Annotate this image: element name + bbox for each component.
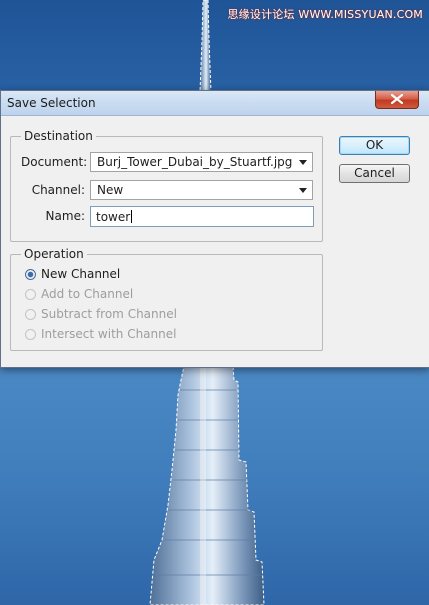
save-selection-dialog: Save Selection Destination Document: Bur… — [0, 90, 429, 368]
ok-button[interactable]: OK — [339, 136, 410, 155]
document-label: Document: — [21, 155, 88, 169]
radio-button[interactable] — [25, 289, 36, 300]
watermark-text: 思缘设计论坛 WWW.MISSYUAN.COM — [227, 8, 423, 21]
radio-button-selected[interactable] — [25, 269, 36, 280]
radio-label: New Channel — [41, 267, 121, 281]
chevron-down-icon — [299, 188, 307, 193]
channel-select[interactable]: New — [90, 180, 313, 200]
channel-label: Channel: — [31, 183, 85, 197]
name-input[interactable]: tower — [90, 206, 314, 227]
cancel-button[interactable]: Cancel — [339, 164, 410, 183]
radio-button[interactable] — [25, 309, 36, 320]
destination-group-label: Destination — [21, 129, 96, 143]
radio-label: Add to Channel — [41, 287, 134, 301]
radio-label: Subtract from Channel — [41, 307, 177, 321]
radio-label: Intersect with Channel — [41, 327, 177, 341]
radio-button[interactable] — [25, 329, 36, 340]
name-label: Name: — [45, 209, 85, 223]
text-caret — [131, 210, 133, 223]
title-bar[interactable]: Save Selection — [1, 91, 429, 116]
chevron-down-icon — [299, 160, 307, 165]
close-icon — [391, 94, 403, 104]
tower-silhouette — [149, 365, 265, 605]
channel-select-value: New — [97, 183, 124, 197]
close-button[interactable] — [375, 91, 419, 109]
name-input-value: tower — [96, 210, 131, 224]
operation-group-label: Operation — [21, 247, 87, 261]
document-select[interactable]: Burj_Tower_Dubai_by_Stuartf.jpg — [90, 152, 313, 172]
document-select-value: Burj_Tower_Dubai_by_Stuartf.jpg — [97, 155, 293, 169]
dialog-title: Save Selection — [7, 96, 96, 110]
